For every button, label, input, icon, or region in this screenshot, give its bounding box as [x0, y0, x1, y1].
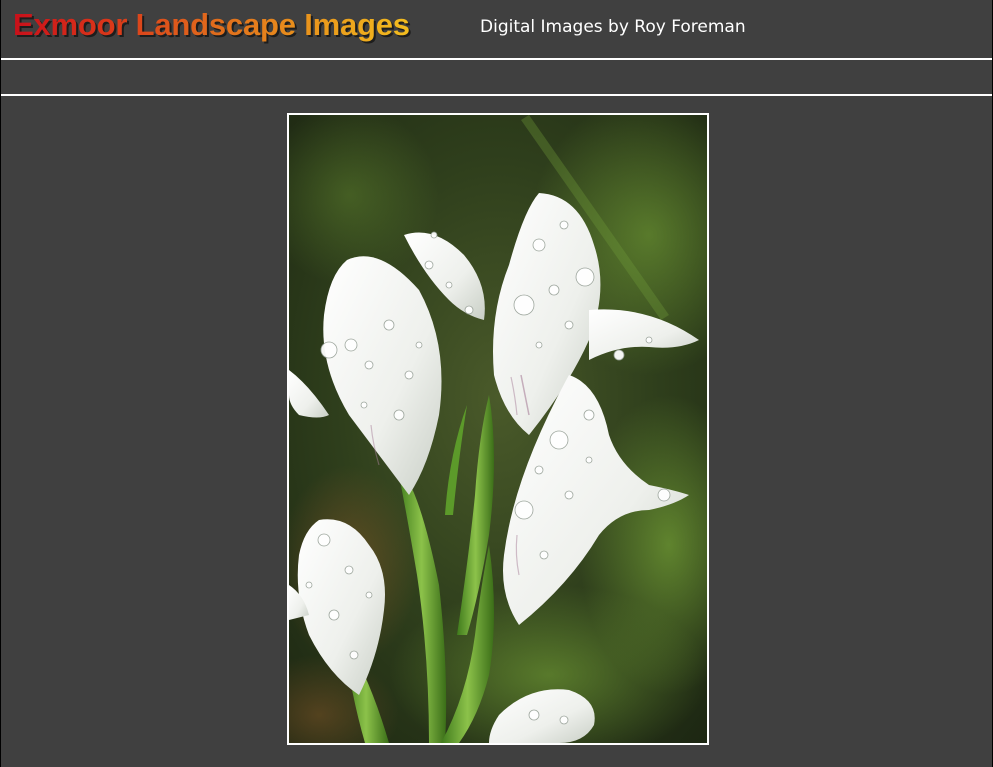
navigation-bar [1, 60, 992, 96]
site-subtitle: Digital Images by Roy Foreman [480, 17, 746, 37]
featured-photo[interactable] [287, 113, 709, 745]
iris-photo-image [289, 115, 707, 743]
site-title[interactable]: Exmoor Landscape Images [13, 7, 410, 43]
site-header: Exmoor Landscape Images Digital Images b… [1, 0, 992, 60]
